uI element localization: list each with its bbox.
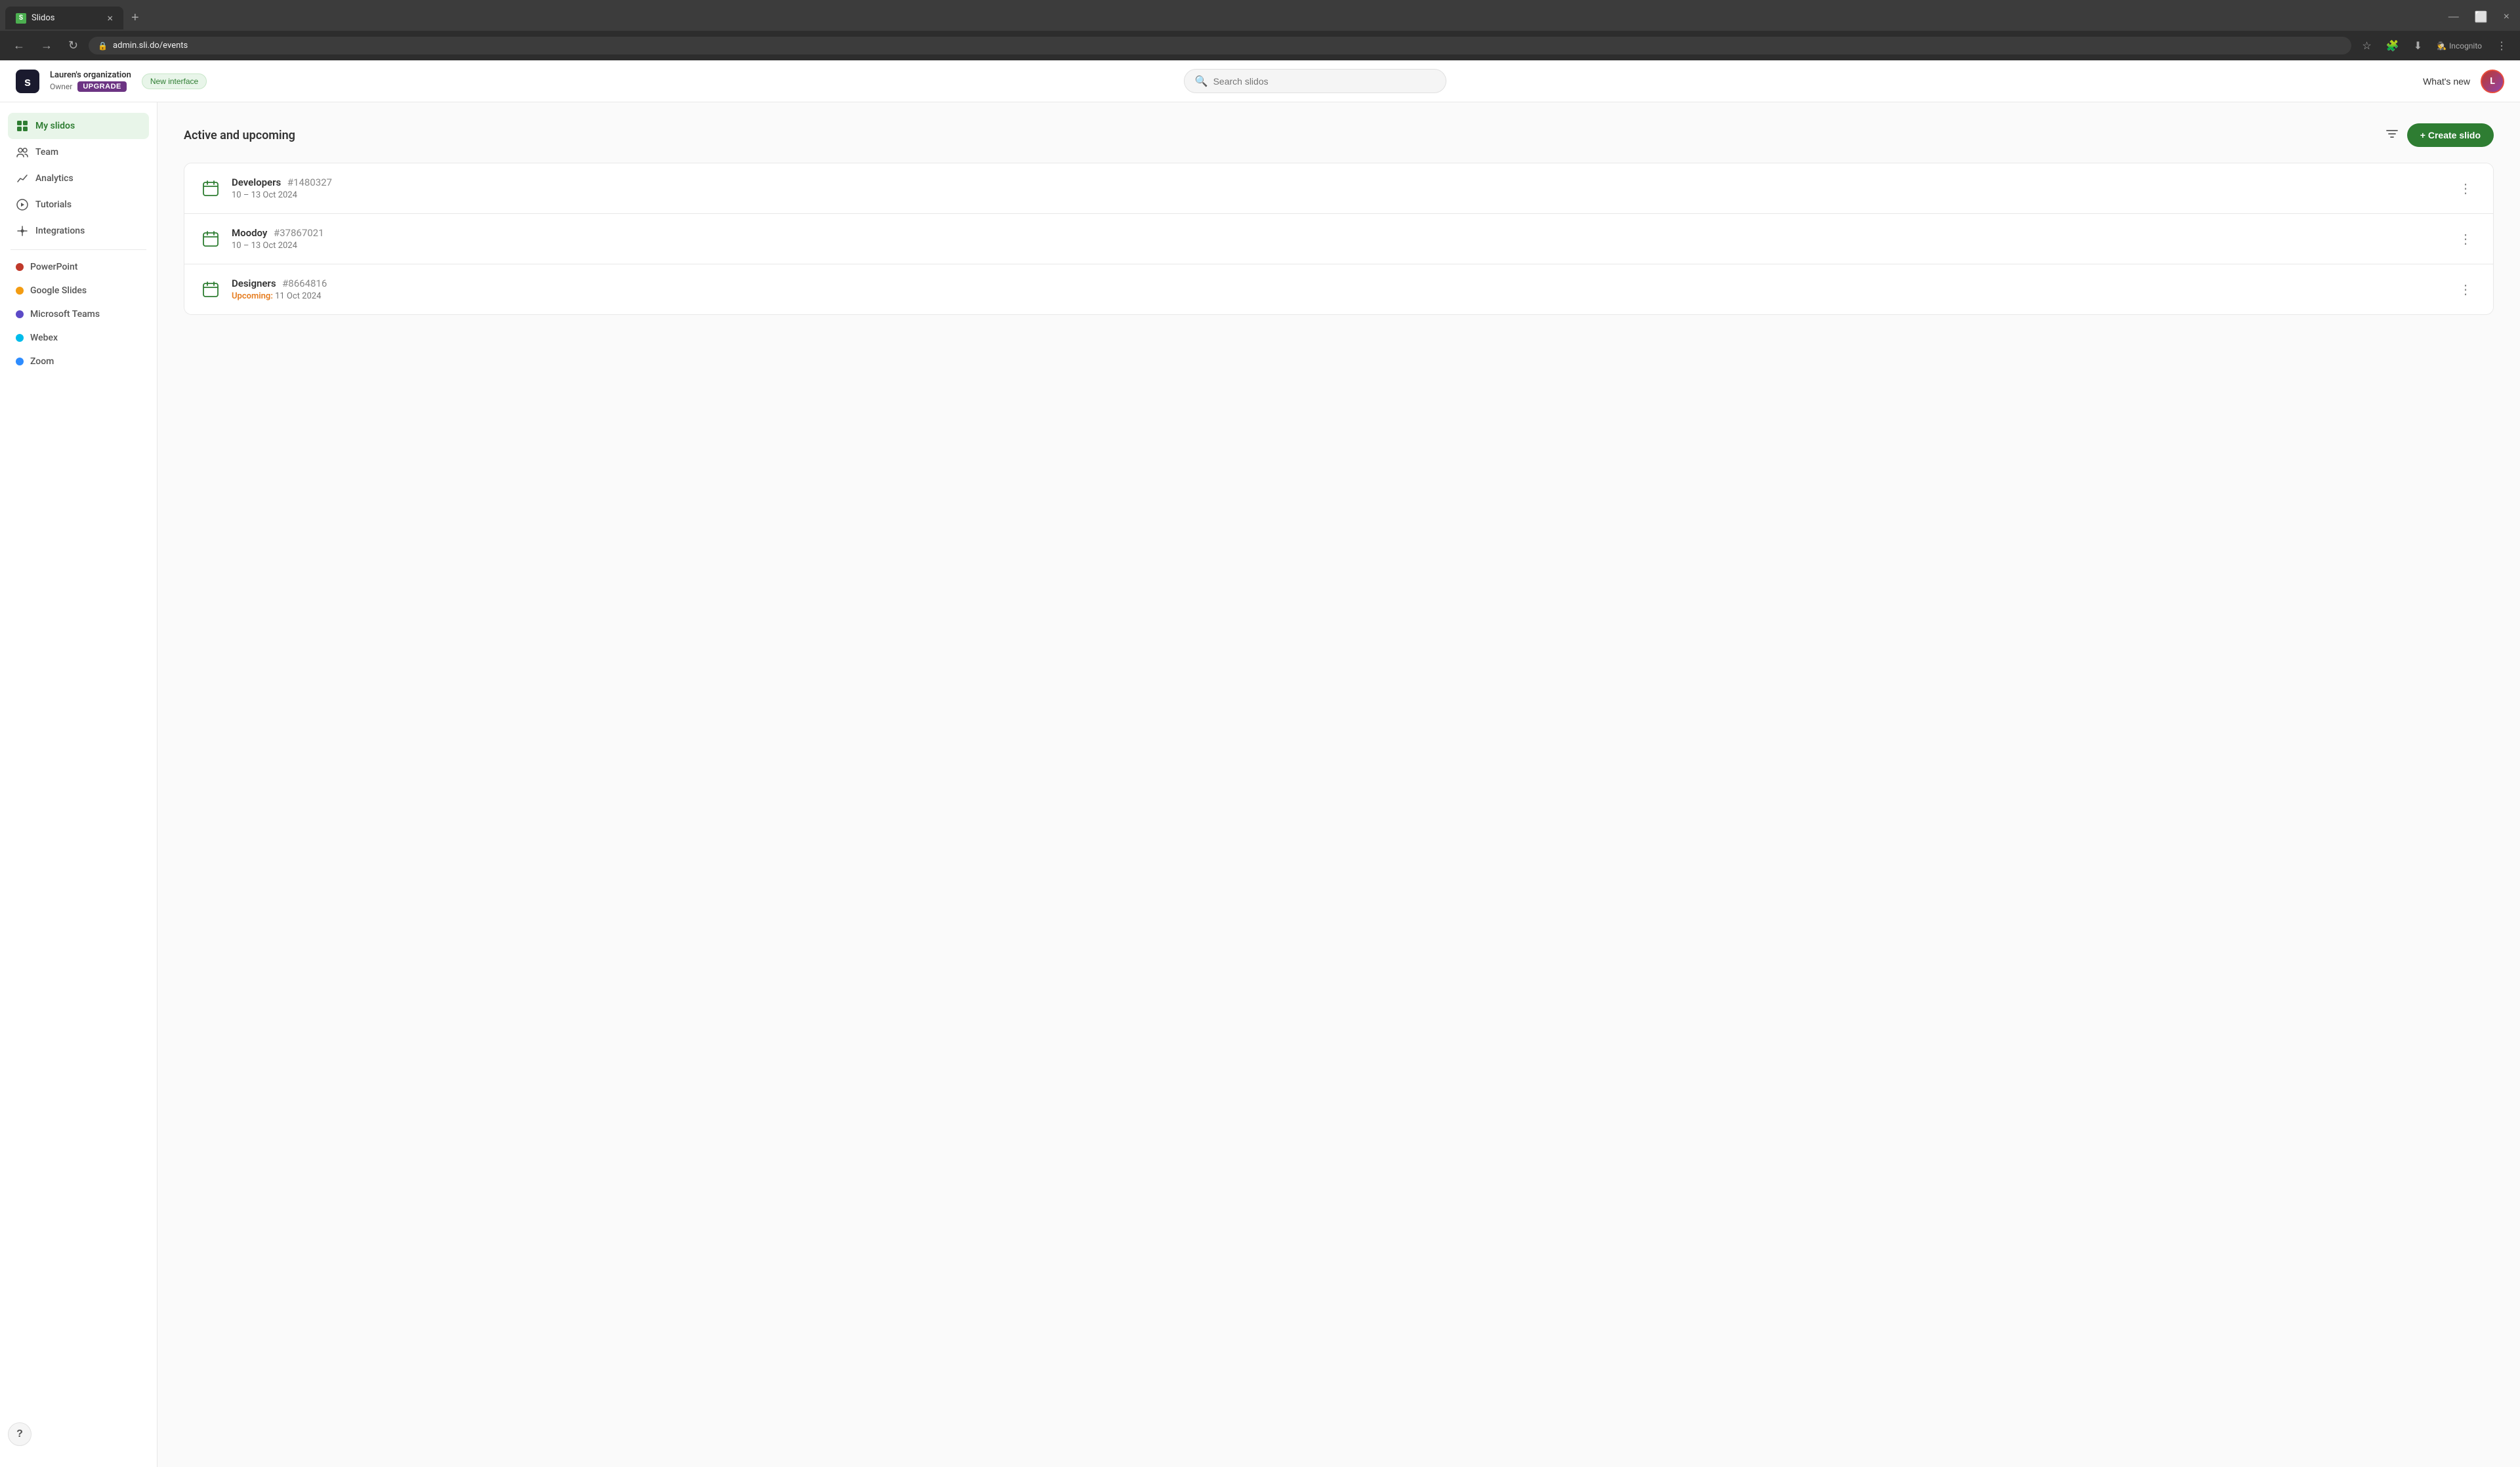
search-bar[interactable]: 🔍 [1184, 69, 1446, 93]
sidebar-item-label: Integrations [35, 226, 85, 236]
sidebar-item-zoom[interactable]: Zoom [8, 350, 149, 373]
integration-label: PowerPoint [30, 262, 77, 272]
new-interface-button[interactable]: New interface [142, 73, 207, 89]
upgrade-button[interactable]: UPGRADE [77, 81, 127, 92]
events-list: Developers #1480327 10 – 13 Oct 2024 ⋮ [184, 163, 2494, 315]
event-info: Developers #1480327 10 – 13 Oct 2024 [232, 176, 2443, 200]
main-content: Active and upcoming + Create slido [158, 102, 2520, 1467]
tab-close-icon[interactable]: × [107, 12, 113, 24]
sidebar-item-webex[interactable]: Webex [8, 326, 149, 350]
event-info: Moodoy #37867021 10 – 13 Oct 2024 [232, 227, 2443, 251]
webex-icon [16, 334, 24, 342]
event-name: Designers [232, 278, 276, 289]
microsoft-teams-icon [16, 310, 24, 318]
whats-new-button[interactable]: What's new [2423, 76, 2470, 87]
integration-label: Microsoft Teams [30, 309, 100, 320]
org-role: Owner [50, 82, 72, 91]
zoom-icon [16, 358, 24, 365]
incognito-badge: 🕵 Incognito [2431, 39, 2487, 53]
extensions-button[interactable]: 🧩 [2381, 37, 2404, 55]
event-menu-button[interactable]: ⋮ [2454, 228, 2477, 250]
section-actions: + Create slido [2385, 123, 2494, 147]
app-body: My slidos Team [0, 102, 2520, 1467]
app-header: s Lauren's organization Owner UPGRADE Ne… [0, 60, 2520, 102]
calendar-icon [200, 279, 221, 300]
google-slides-icon [16, 287, 24, 295]
search-input[interactable] [1213, 76, 1435, 87]
sidebar-item-label: Tutorials [35, 199, 72, 210]
team-icon [16, 146, 29, 159]
create-slido-button[interactable]: + Create slido [2407, 123, 2494, 147]
maximize-button[interactable]: ⬜ [2469, 8, 2493, 26]
user-avatar[interactable]: L [2481, 70, 2504, 93]
section-title: Active and upcoming [184, 129, 295, 142]
back-button[interactable]: ← [8, 36, 30, 55]
sidebar-item-integrations[interactable]: Integrations [8, 218, 149, 244]
tab-favicon: S [16, 13, 26, 24]
sidebar-divider [10, 249, 146, 250]
refresh-button[interactable]: ↻ [63, 36, 83, 55]
calendar-icon [200, 228, 221, 249]
address-bar[interactable]: 🔒 admin.sli.do/events [89, 37, 2351, 54]
sidebar-item-label: Analytics [35, 173, 74, 184]
search-icon: 🔍 [1195, 75, 1208, 87]
bookmark-button[interactable]: ☆ [2357, 37, 2376, 55]
event-name: Moodoy [232, 227, 267, 239]
section-header: Active and upcoming + Create slido [184, 123, 2494, 147]
sidebar-item-my-slidos[interactable]: My slidos [8, 113, 149, 139]
sidebar-item-analytics[interactable]: Analytics [8, 165, 149, 192]
minimize-button[interactable]: — [2443, 8, 2464, 26]
sidebar-item-label: My slidos [35, 121, 75, 131]
calendar-icon [200, 178, 221, 199]
active-browser-tab[interactable]: S Slidos × [5, 7, 123, 30]
event-date: 10 – 13 Oct 2024 [232, 190, 2443, 200]
svg-text:s: s [24, 75, 31, 89]
upcoming-label: Upcoming: [232, 291, 273, 301]
org-info: Lauren's organization Owner UPGRADE [50, 70, 131, 92]
filter-button[interactable] [2385, 127, 2399, 144]
event-id: #37867021 [274, 227, 324, 239]
sidebar-item-powerpoint[interactable]: PowerPoint [8, 255, 149, 279]
my-slidos-icon [16, 119, 29, 133]
event-date-value: 11 Oct 2024 [275, 291, 321, 301]
event-date: 10 – 13 Oct 2024 [232, 241, 2443, 251]
event-info: Designers #8664816 Upcoming: 11 Oct 2024 [232, 278, 2443, 301]
sidebar-item-microsoft-teams[interactable]: Microsoft Teams [8, 302, 149, 326]
integration-label: Webex [30, 333, 58, 343]
powerpoint-icon [16, 263, 24, 271]
tutorials-icon [16, 198, 29, 211]
close-window-button[interactable]: × [2498, 8, 2515, 26]
address-text: admin.sli.do/events [113, 41, 2342, 51]
integration-label: Zoom [30, 356, 54, 367]
event-name: Developers [232, 176, 281, 188]
event-id: #1480327 [287, 176, 332, 188]
event-menu-button[interactable]: ⋮ [2454, 279, 2477, 300]
new-tab-button[interactable]: + [123, 5, 147, 31]
app-logo[interactable]: s [16, 70, 39, 93]
sidebar-item-team[interactable]: Team [8, 139, 149, 165]
sidebar-item-tutorials[interactable]: Tutorials [8, 192, 149, 218]
event-item[interactable]: Designers #8664816 Upcoming: 11 Oct 2024… [184, 264, 2493, 314]
sidebar-bottom: ? [0, 1412, 157, 1457]
tab-title: Slidos [32, 13, 55, 23]
more-button[interactable]: ⋮ [2491, 37, 2512, 55]
event-menu-button[interactable]: ⋮ [2454, 178, 2477, 199]
help-button[interactable]: ? [8, 1422, 32, 1446]
event-date: Upcoming: 11 Oct 2024 [232, 291, 2443, 301]
event-item[interactable]: Moodoy #37867021 10 – 13 Oct 2024 ⋮ [184, 214, 2493, 264]
sidebar-item-label: Team [35, 147, 58, 157]
event-id: #8664816 [282, 278, 327, 289]
org-name: Lauren's organization [50, 70, 131, 80]
slido-logo-icon: s [16, 70, 39, 93]
integration-label: Google Slides [30, 285, 87, 296]
sidebar-item-google-slides[interactable]: Google Slides [8, 279, 149, 302]
sidebar: My slidos Team [0, 102, 158, 1467]
forward-button[interactable]: → [35, 36, 58, 55]
integrations-icon [16, 224, 29, 238]
event-item[interactable]: Developers #1480327 10 – 13 Oct 2024 ⋮ [184, 163, 2493, 214]
lock-icon: 🔒 [98, 41, 108, 51]
analytics-icon [16, 172, 29, 185]
download-button[interactable]: ⬇ [2408, 37, 2427, 55]
